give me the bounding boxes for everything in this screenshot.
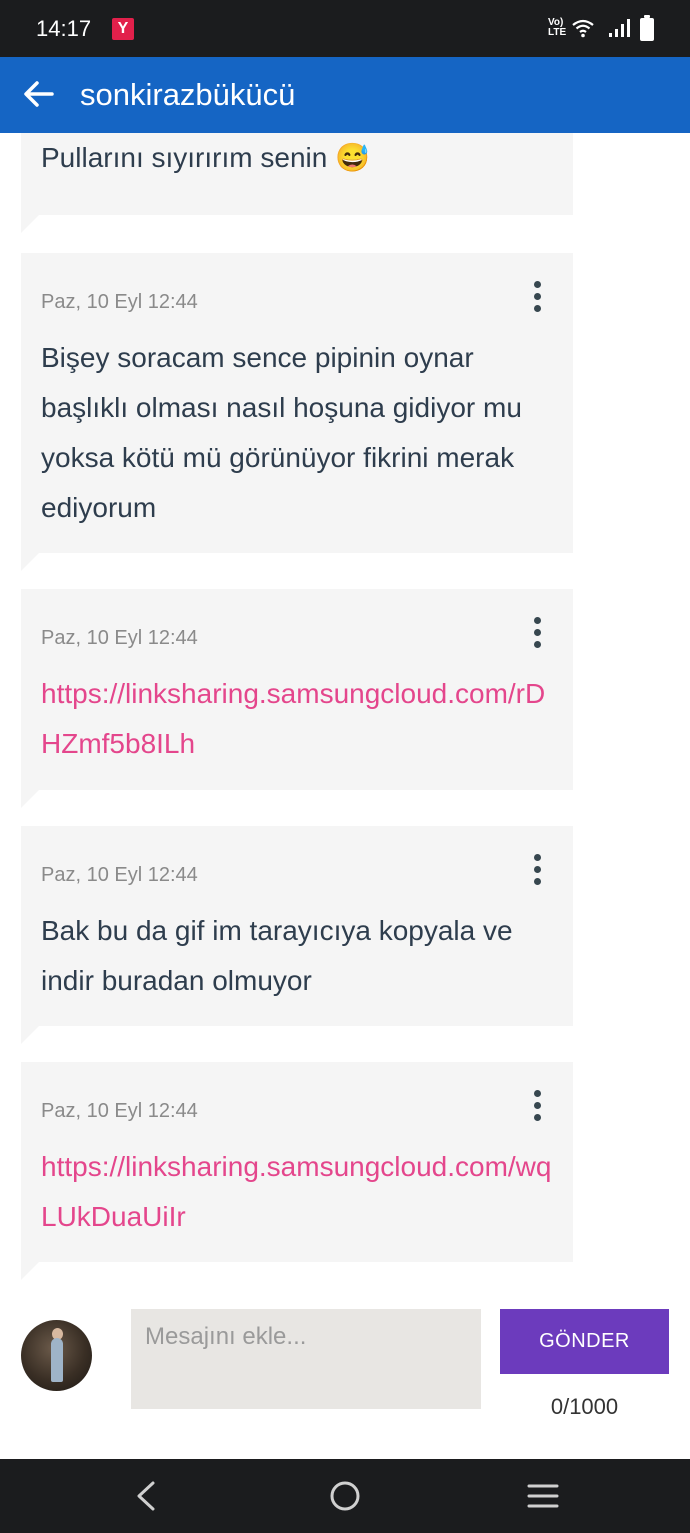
status-bar: 14:17 Y Vo) LTE	[0, 0, 690, 57]
message-bubble: Paz, 10 Eyl 12:44 Bak bu da gif im taray…	[21, 826, 573, 1044]
message-list[interactable]: Pullarını sıyırırım senin 😅 Paz, 10 Eyl …	[0, 133, 690, 1283]
more-options-icon[interactable]	[525, 854, 549, 890]
wifi-icon	[572, 19, 594, 38]
message-bubble: Paz, 10 Eyl 12:44 https://linksharing.sa…	[21, 1062, 573, 1280]
home-nav-icon	[330, 1481, 360, 1511]
message-text: Bak bu da gif im tarayıcıya kopyala ve i…	[41, 915, 513, 996]
message-bubble: Paz, 10 Eyl 12:44 Bişey soracam sence pi…	[21, 253, 573, 571]
message-link[interactable]: https://linksharing.samsungcloud.com/wqL…	[41, 1151, 551, 1232]
battery-icon	[640, 15, 654, 41]
home-nav-button[interactable]	[325, 1479, 365, 1513]
message-text: Bişey soracam sence pipinin oynar başlık…	[41, 342, 522, 523]
arrow-left-icon	[24, 81, 54, 107]
recents-nav-icon	[527, 1484, 559, 1508]
message-timestamp: Paz, 10 Eyl 12:44	[41, 627, 198, 649]
back-nav-icon	[137, 1481, 155, 1511]
status-time: 14:17	[36, 16, 92, 41]
recents-nav-button[interactable]	[523, 1479, 563, 1513]
message-text: Pullarını sıyırırım senin 😅	[41, 142, 370, 173]
avatar	[21, 1320, 92, 1391]
message-timestamp: Paz, 10 Eyl 12:44	[41, 864, 198, 886]
message-composer: GÖNDER 0/1000	[0, 1283, 690, 1459]
more-options-icon[interactable]	[525, 1090, 549, 1126]
conversation-title: sonkirazbükücü	[80, 77, 296, 112]
more-options-icon[interactable]	[525, 617, 549, 653]
more-options-icon[interactable]	[525, 281, 549, 317]
message-bubble: Paz, 10 Eyl 12:44 https://linksharing.sa…	[21, 589, 573, 808]
message-input[interactable]	[131, 1309, 481, 1409]
signal-icon	[609, 19, 630, 37]
message-timestamp: Paz, 10 Eyl 12:44	[41, 291, 198, 313]
back-button[interactable]	[22, 77, 56, 111]
app-bar: sonkirazbükücü	[0, 57, 690, 133]
character-counter: 0/1000	[550, 1394, 619, 1419]
volte-lte-icon: Vo) LTE	[548, 17, 567, 38]
message-timestamp: Paz, 10 Eyl 12:44	[41, 1100, 198, 1122]
back-nav-button[interactable]	[127, 1479, 167, 1513]
app-notification-icon: Y	[112, 18, 134, 40]
send-button[interactable]: GÖNDER	[500, 1309, 669, 1374]
message-bubble: Pullarını sıyırırım senin 😅	[21, 133, 573, 233]
system-navigation-bar	[0, 1459, 690, 1533]
message-link[interactable]: https://linksharing.samsungcloud.com/rDH…	[41, 678, 545, 759]
